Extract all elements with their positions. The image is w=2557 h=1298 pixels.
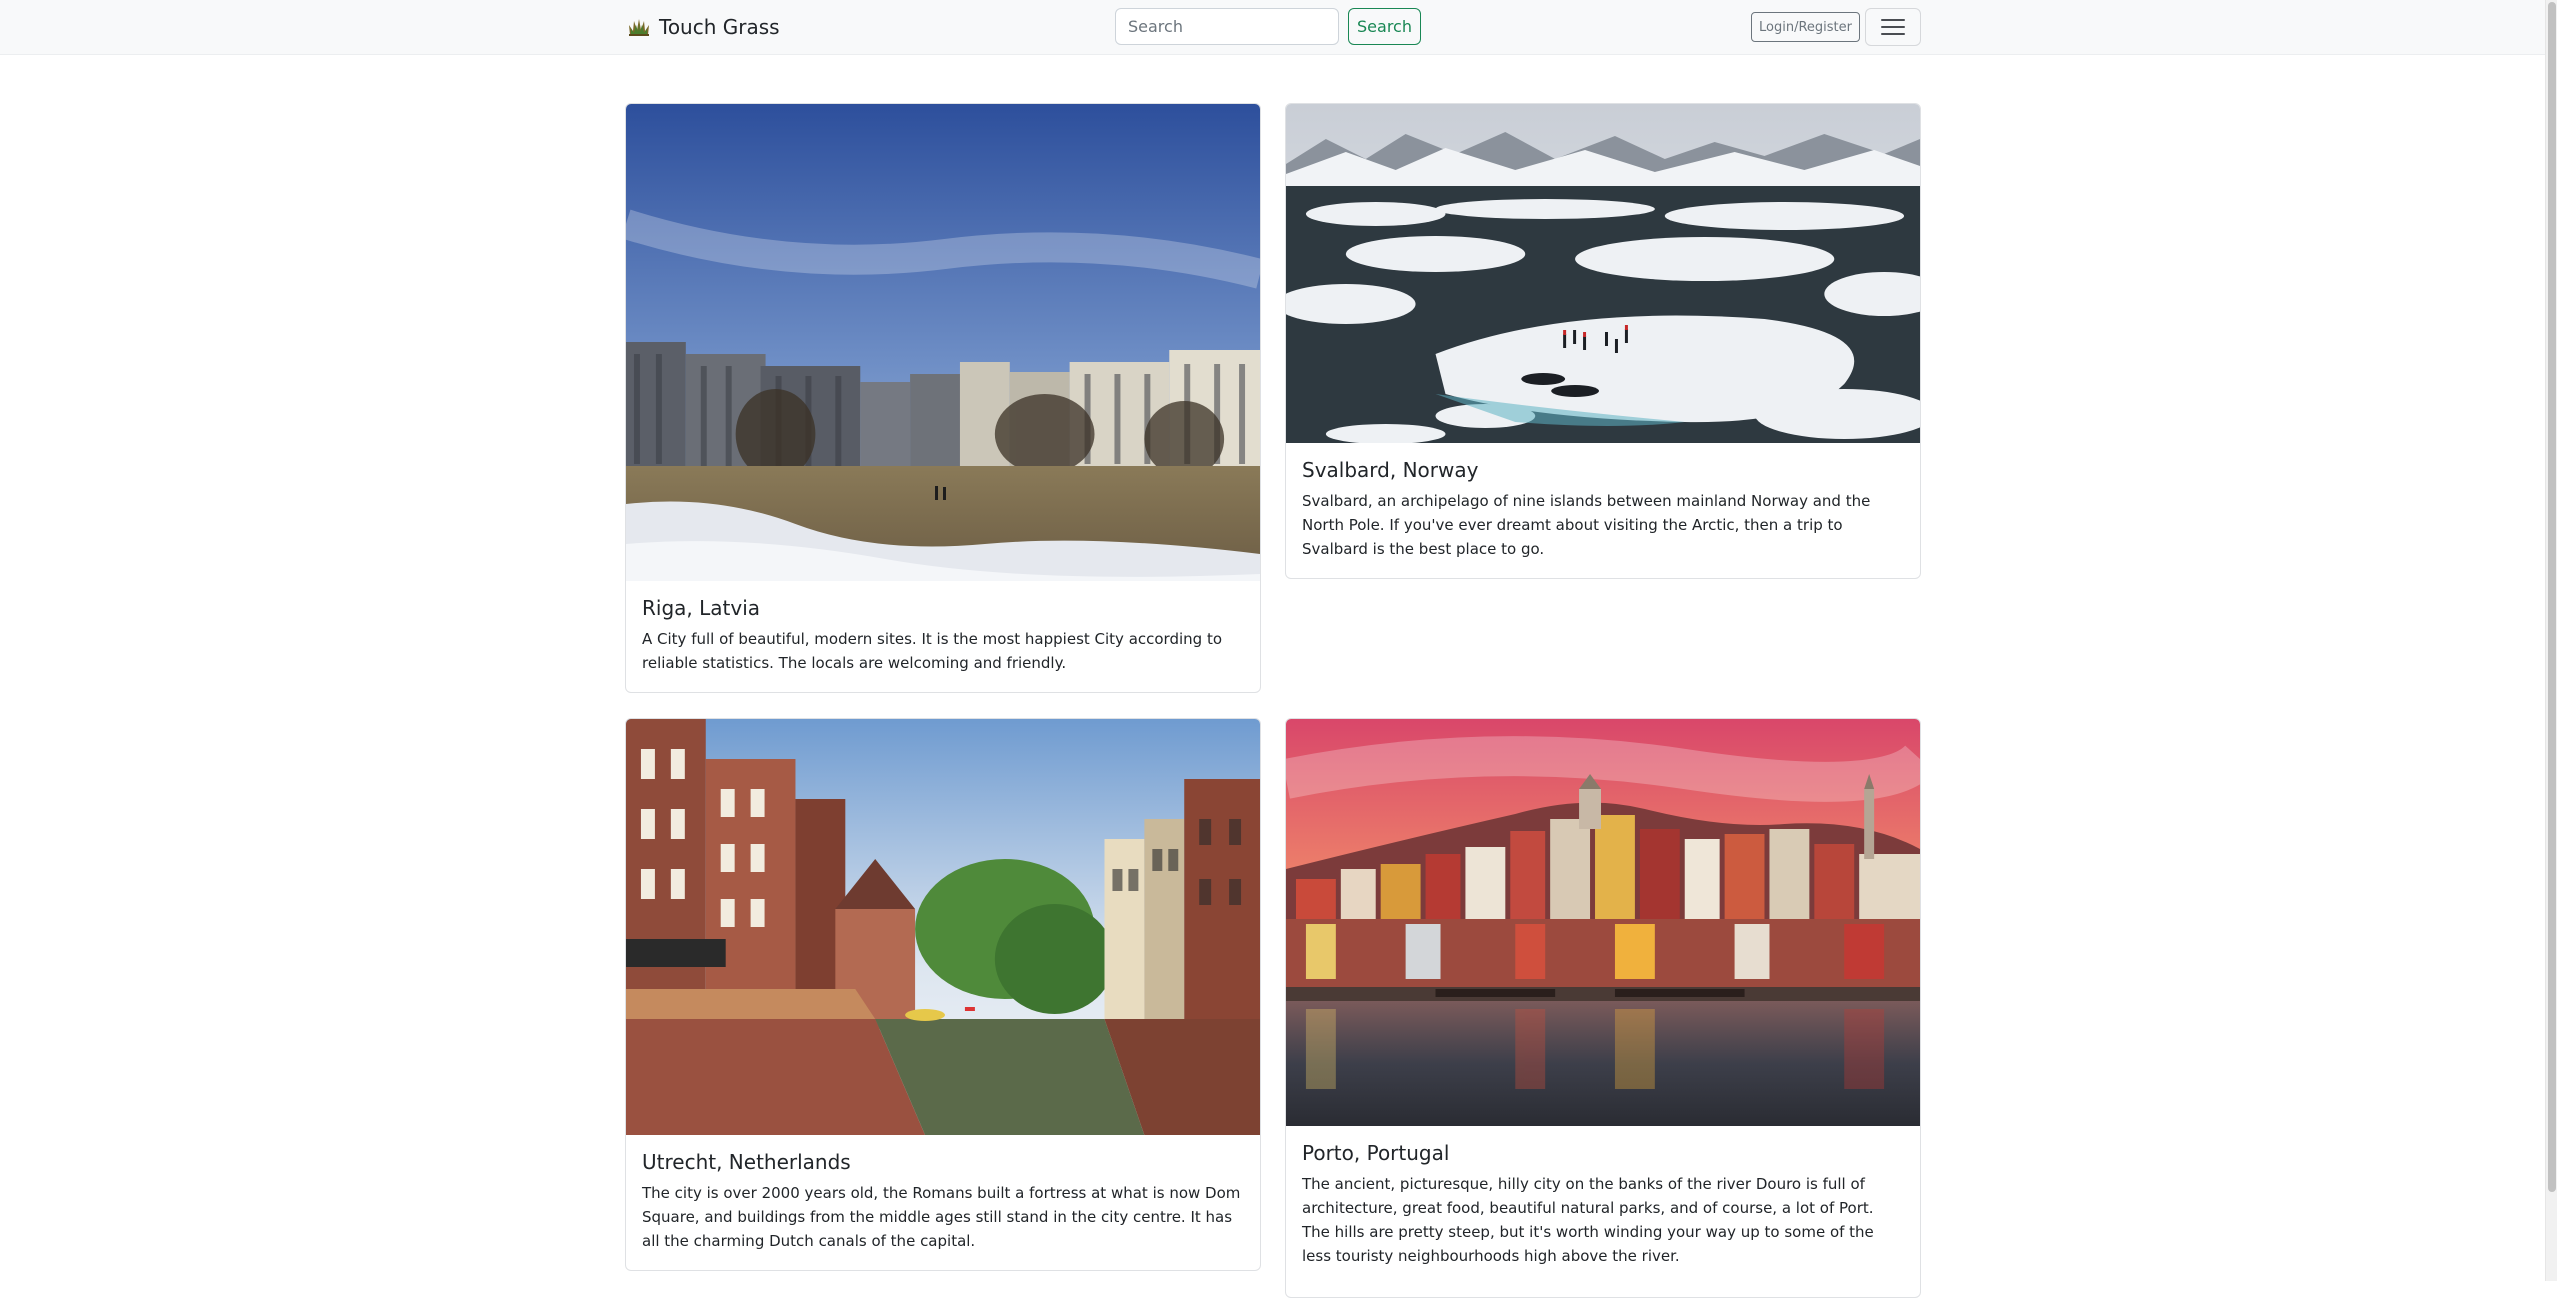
card-body: Porto, Portugal The ancient, picturesque… bbox=[1302, 1140, 1904, 1268]
search-input[interactable] bbox=[1115, 8, 1339, 45]
destination-card-utrecht[interactable]: Utrecht, Netherlands The city is over 20… bbox=[625, 718, 1261, 1271]
svalbard-photo bbox=[1286, 104, 1920, 443]
card-title: Utrecht, Netherlands bbox=[642, 1150, 851, 1174]
search-button[interactable]: Search bbox=[1348, 8, 1421, 45]
card-text: A City full of beautiful, modern sites. … bbox=[642, 630, 1223, 672]
card-text: The ancient, picturesque, hilly city on … bbox=[1302, 1175, 1874, 1265]
destination-card-svalbard[interactable]: Svalbard, Norway Svalbard, an archipelag… bbox=[1285, 103, 1921, 579]
card-body: Svalbard, Norway Svalbard, an archipelag… bbox=[1302, 457, 1904, 561]
porto-photo bbox=[1286, 719, 1920, 1126]
brand-link[interactable]: Touch Grass bbox=[627, 13, 780, 41]
navbar-toggler-button[interactable] bbox=[1865, 8, 1921, 46]
utrecht-photo bbox=[626, 719, 1260, 1135]
riga-photo bbox=[626, 104, 1260, 581]
brand-name: Touch Grass bbox=[659, 15, 780, 39]
page-scrollbar[interactable] bbox=[2545, 0, 2557, 1281]
scrollbar-thumb[interactable] bbox=[2548, 2, 2556, 1192]
destination-card-porto[interactable]: Porto, Portugal The ancient, picturesque… bbox=[1285, 718, 1921, 1298]
login-register-button[interactable]: Login/Register bbox=[1751, 12, 1860, 42]
grass-icon bbox=[627, 18, 651, 36]
destination-card-riga[interactable]: Riga, Latvia A City full of beautiful, m… bbox=[625, 103, 1261, 693]
card-body: Utrecht, Netherlands The city is over 20… bbox=[642, 1149, 1244, 1253]
card-title: Riga, Latvia bbox=[642, 596, 761, 620]
card-text: Svalbard, an archipelago of nine islands… bbox=[1302, 492, 1871, 558]
card-text: The city is over 2000 years old, the Rom… bbox=[642, 1184, 1241, 1250]
card-title: Svalbard, Norway bbox=[1302, 458, 1479, 482]
card-body: Riga, Latvia A City full of beautiful, m… bbox=[642, 595, 1244, 675]
hamburger-icon bbox=[1881, 18, 1905, 36]
navbar: Touch Grass Search Login/Register bbox=[0, 0, 2545, 55]
card-title: Porto, Portugal bbox=[1302, 1141, 1450, 1165]
